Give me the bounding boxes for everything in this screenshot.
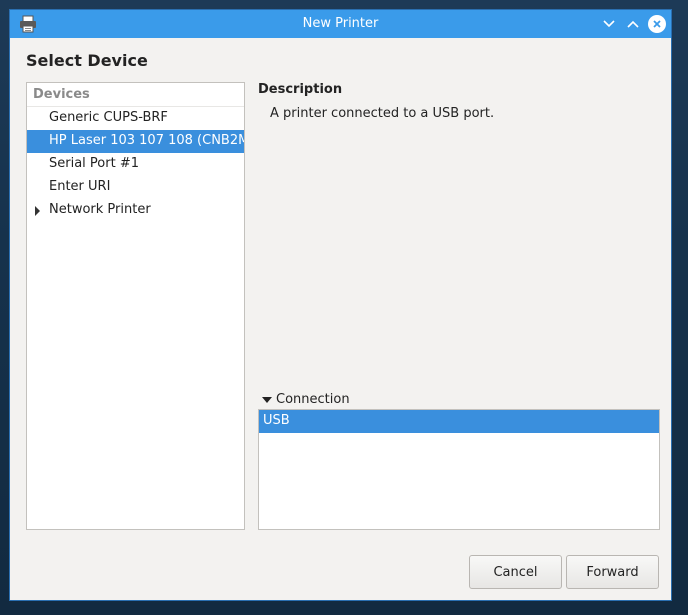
device-item-hp-laser[interactable]: HP Laser 103 107 108 (CNB2M xyxy=(27,130,244,153)
description-label: Description xyxy=(258,82,343,97)
description-text: A printer connected to a USB port. xyxy=(270,106,495,121)
window-title: New Printer xyxy=(302,16,379,31)
connection-label: Connection xyxy=(276,392,350,407)
close-icon xyxy=(653,20,661,28)
device-item-generic-cups-brf[interactable]: Generic CUPS-BRF xyxy=(27,107,244,130)
device-item-label: Network Printer xyxy=(49,202,151,217)
close-button[interactable] xyxy=(647,14,667,34)
minimize-button[interactable] xyxy=(599,14,619,34)
expander-down-icon xyxy=(262,396,272,403)
expander-arrow-icon[interactable] xyxy=(35,206,40,216)
device-item-enter-uri[interactable]: Enter URI xyxy=(27,176,244,199)
minimize-icon xyxy=(603,20,615,28)
titlebar[interactable]: New Printer xyxy=(10,10,671,38)
device-item-label: Serial Port #1 xyxy=(49,156,139,171)
connection-item-usb[interactable]: USB xyxy=(259,410,659,433)
device-item-label: Enter URI xyxy=(49,179,111,194)
devices-column-header[interactable]: Devices xyxy=(27,83,244,107)
connection-item-label: USB xyxy=(263,413,290,428)
devices-list[interactable]: Devices Generic CUPS-BRF HP Laser 103 10… xyxy=(26,82,245,530)
device-item-serial-port[interactable]: Serial Port #1 xyxy=(27,153,244,176)
forward-button[interactable]: Forward xyxy=(566,555,659,589)
device-item-label: Generic CUPS-BRF xyxy=(49,110,168,125)
device-item-network-printer[interactable]: Network Printer xyxy=(27,199,244,222)
new-printer-window: New Printer Select Device Devices Generi… xyxy=(9,9,672,601)
page-title: Select Device xyxy=(26,51,148,70)
maximize-icon xyxy=(627,20,639,28)
connection-expander[interactable]: Connection xyxy=(260,392,350,407)
maximize-button[interactable] xyxy=(623,14,643,34)
connection-list[interactable]: USB xyxy=(258,409,660,530)
cancel-button[interactable]: Cancel xyxy=(469,555,562,589)
device-item-label: HP Laser 103 107 108 (CNB2M xyxy=(49,133,245,148)
